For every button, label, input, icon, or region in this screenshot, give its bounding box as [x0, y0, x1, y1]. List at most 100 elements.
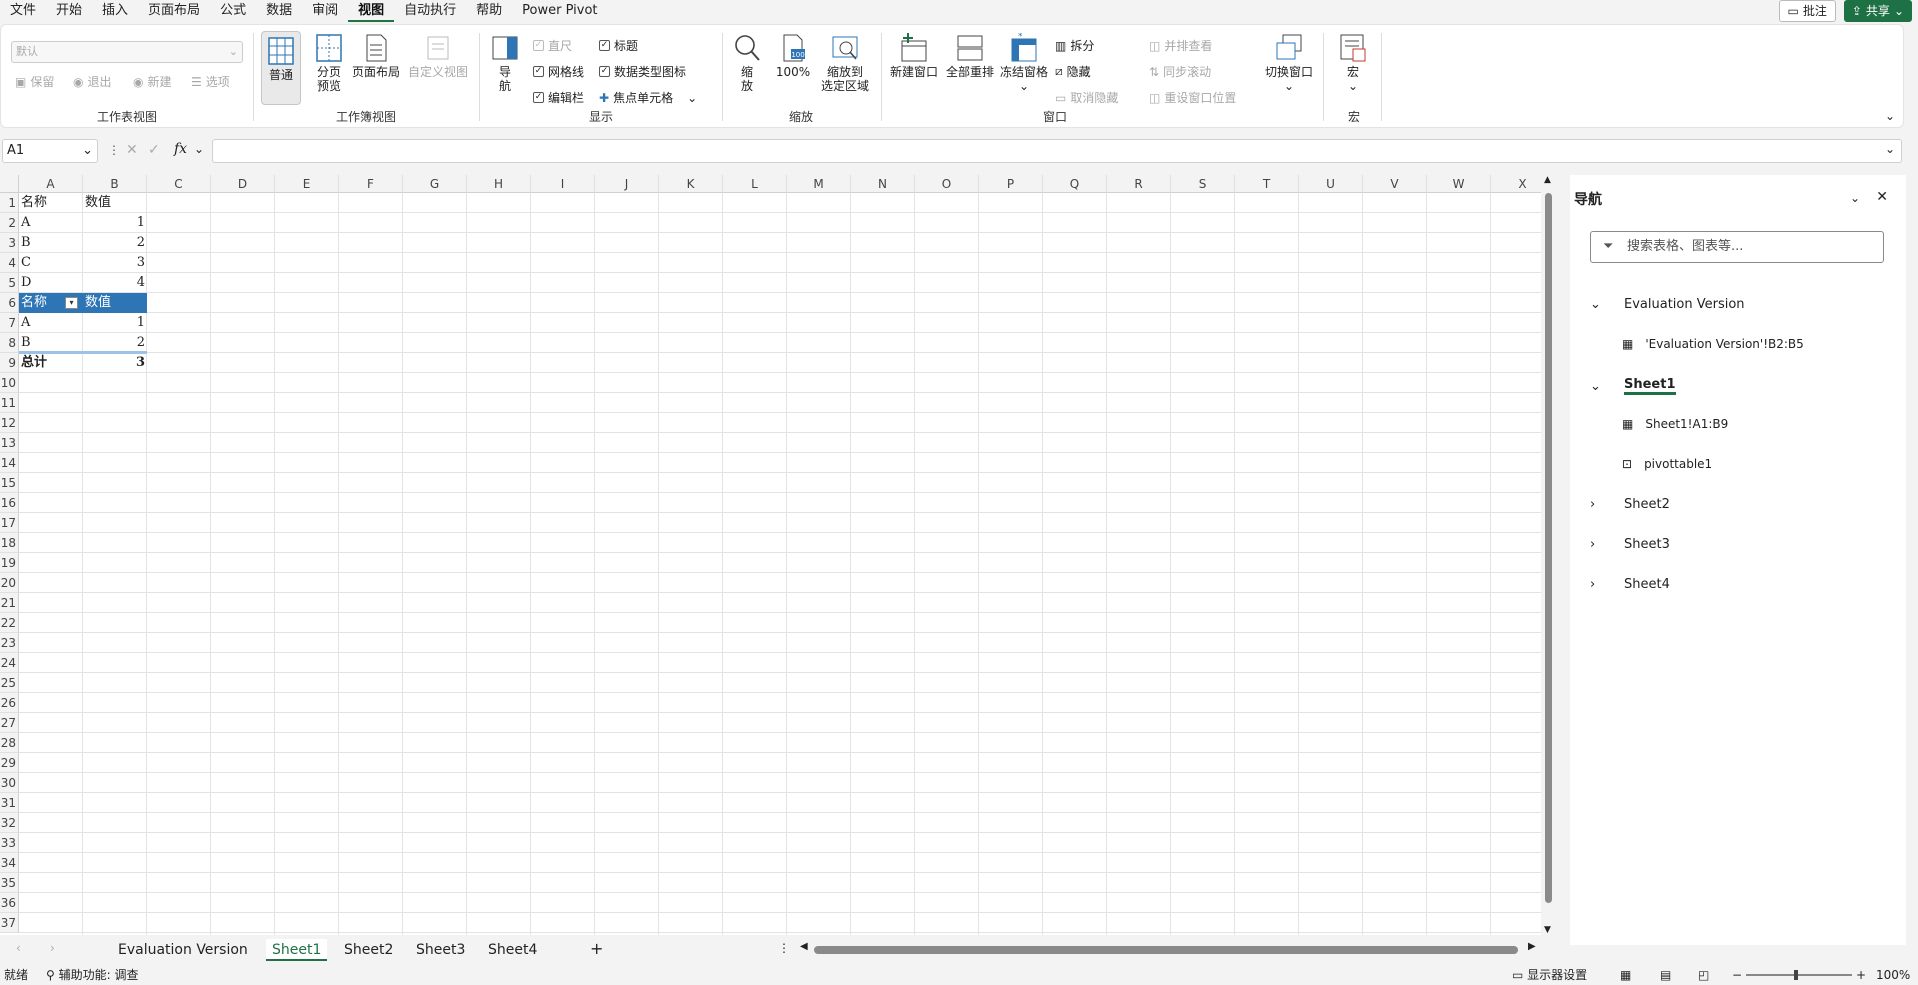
cell-b6[interactable]: 数值	[83, 293, 147, 313]
row-header[interactable]: 30	[0, 773, 19, 793]
row-header[interactable]: 23	[0, 633, 19, 653]
column-header[interactable]: H	[467, 175, 531, 193]
cell-a8[interactable]: B	[19, 333, 83, 353]
row-header[interactable]: 5	[0, 273, 19, 293]
menu-tab-10[interactable]: Power Pivot	[512, 0, 607, 22]
vertical-scroll-thumb[interactable]	[1545, 193, 1552, 903]
column-header[interactable]: A	[19, 175, 83, 193]
macros-button[interactable]: 宏 ⌄	[1333, 33, 1373, 93]
keep-view-button[interactable]: ▣ 保留	[15, 73, 54, 90]
custom-views-button[interactable]: 自定义视图	[405, 33, 471, 79]
cell-b4[interactable]: 3	[83, 253, 147, 273]
formula-bar-checkbox[interactable]: ✓ 编辑栏	[533, 89, 584, 106]
share-button[interactable]: ⇪ 共享 ⌄	[1843, 0, 1912, 22]
page-layout-status-icon[interactable]: ▤	[1660, 965, 1671, 985]
ruler-checkbox[interactable]: ✓ 直尺	[533, 37, 572, 54]
comments-button[interactable]: ▭ 批注	[1778, 0, 1836, 22]
row-header[interactable]: 27	[0, 713, 19, 733]
split-button[interactable]: ▥ 拆分	[1055, 37, 1094, 54]
row-header[interactable]: 1	[0, 193, 19, 213]
name-box[interactable]: A1 ⌄	[2, 139, 98, 163]
row-header[interactable]: 13	[0, 433, 19, 453]
column-header[interactable]: F	[339, 175, 403, 193]
cell-a2[interactable]: A	[19, 213, 83, 233]
zoom-button[interactable]: 缩 放	[731, 33, 763, 93]
column-header[interactable]: J	[595, 175, 659, 193]
formula-input[interactable]: ⌄	[212, 139, 1902, 163]
cell-a1[interactable]: 名称	[19, 193, 83, 213]
column-header[interactable]: O	[915, 175, 979, 193]
new-window-button[interactable]: 新建窗口	[887, 33, 941, 79]
menu-tab-3[interactable]: 页面布局	[138, 0, 210, 22]
more-options-icon[interactable]: ⋮	[108, 143, 120, 157]
row-header[interactable]: 19	[0, 553, 19, 573]
menu-tab-0[interactable]: 文件	[0, 0, 46, 22]
cell-b2[interactable]: 1	[83, 213, 147, 233]
row-header[interactable]: 24	[0, 653, 19, 673]
row-header[interactable]: 36	[0, 893, 19, 913]
nav-sheet-item[interactable]: › Sheet3	[1590, 537, 1670, 552]
hide-button[interactable]: ⧄ 隐藏	[1055, 63, 1091, 80]
pivot-filter-dropdown-icon[interactable]: ▾	[65, 297, 78, 309]
expand-formula-icon[interactable]: ⌄	[1885, 142, 1895, 156]
menu-tab-5[interactable]: 数据	[256, 0, 302, 22]
zoom-in-icon[interactable]: +	[1856, 965, 1866, 985]
row-header[interactable]: 25	[0, 673, 19, 693]
cell-b3[interactable]: 2	[83, 233, 147, 253]
menu-tab-1[interactable]: 开始	[46, 0, 92, 22]
menu-tab-9[interactable]: 帮助	[466, 0, 512, 22]
row-header[interactable]: 34	[0, 853, 19, 873]
side-by-side-button[interactable]: ◫ 并排查看	[1149, 37, 1212, 54]
column-header[interactable]: E	[275, 175, 339, 193]
menu-tab-7[interactable]: 视图	[348, 0, 395, 22]
column-header[interactable]: M	[787, 175, 851, 193]
nav-search-input[interactable]: ⏷ 搜索表格、图表等...	[1590, 231, 1884, 263]
column-header[interactable]: B	[83, 175, 147, 193]
page-break-status-icon[interactable]: ◰	[1698, 965, 1709, 985]
row-header[interactable]: 17	[0, 513, 19, 533]
zoom-to-selection-button[interactable]: 缩放到 选定区域	[817, 33, 873, 93]
menu-tab-6[interactable]: 审阅	[302, 0, 348, 22]
row-header[interactable]: 37	[0, 913, 19, 933]
unhide-button[interactable]: ▭ 取消隐藏	[1055, 89, 1118, 106]
zoom-percentage[interactable]: 100%	[1876, 965, 1910, 985]
navigation-button[interactable]: 导 航	[489, 33, 521, 93]
enter-icon[interactable]: ✓	[148, 142, 160, 158]
nav-object-item[interactable]: ▦ 'Evaluation Version'!B2:B5	[1622, 337, 1804, 351]
column-header[interactable]: Q	[1043, 175, 1107, 193]
column-header[interactable]: U	[1299, 175, 1363, 193]
row-header[interactable]: 8	[0, 333, 19, 353]
page-break-preview-button[interactable]: 分页 预览	[309, 33, 349, 93]
exit-view-button[interactable]: ◉ 退出	[73, 73, 112, 90]
display-settings-button[interactable]: ▭ 显示器设置	[1512, 965, 1587, 985]
sheet-tab[interactable]: Evaluation Version	[112, 939, 254, 961]
nav-sheet-item[interactable]: ⌄ Evaluation Version	[1590, 297, 1745, 312]
sheet-view-dropdown[interactable]: 默认 ⌄	[11, 41, 243, 63]
scroll-down-icon[interactable]: ▼	[1544, 925, 1551, 935]
zoom-100-button[interactable]: 100 100%	[775, 33, 811, 79]
row-header[interactable]: 12	[0, 413, 19, 433]
reset-window-position-button[interactable]: ◫ 重设窗口位置	[1149, 89, 1236, 106]
row-header[interactable]: 22	[0, 613, 19, 633]
row-header[interactable]: 35	[0, 873, 19, 893]
cell-a5[interactable]: D	[19, 273, 83, 293]
cell-b9[interactable]: 3	[83, 353, 147, 373]
row-header[interactable]: 15	[0, 473, 19, 493]
cell-a7[interactable]: A	[19, 313, 83, 333]
nav-sheet-item[interactable]: ⌄ Sheet1	[1590, 377, 1676, 395]
row-header[interactable]: 18	[0, 533, 19, 553]
row-header[interactable]: 29	[0, 753, 19, 773]
insert-function-button[interactable]: fx	[174, 141, 187, 157]
accessibility-status[interactable]: ⚲ 辅助功能: 调查	[46, 965, 138, 985]
row-header[interactable]: 33	[0, 833, 19, 853]
nav-object-item[interactable]: ⊡ pivottable1	[1622, 457, 1712, 471]
column-header[interactable]: P	[979, 175, 1043, 193]
row-header[interactable]: 28	[0, 733, 19, 753]
sheet-tab[interactable]: Sheet4	[482, 939, 543, 961]
sheet-tab[interactable]: Sheet3	[410, 939, 471, 961]
row-header[interactable]: 2	[0, 213, 19, 233]
sheet-tab[interactable]: Sheet2	[338, 939, 399, 961]
column-header[interactable]: N	[851, 175, 915, 193]
horizontal-scroll-thumb[interactable]	[814, 946, 1518, 954]
switch-windows-button[interactable]: 切换窗口 ⌄	[1259, 33, 1319, 93]
